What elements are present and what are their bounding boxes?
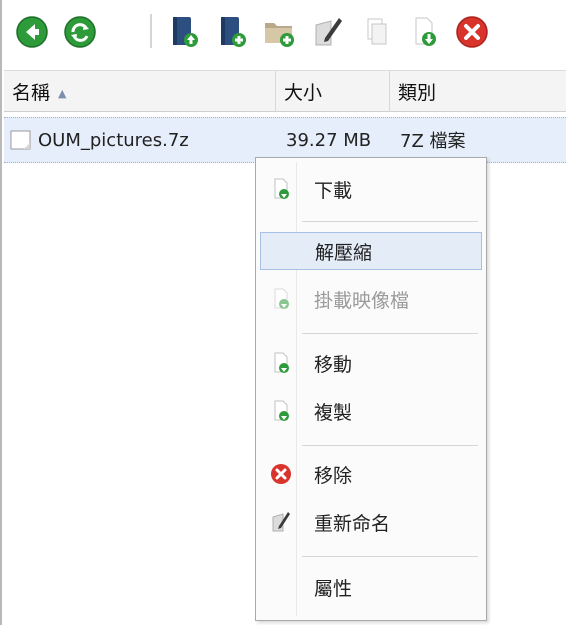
column-name-header[interactable]: 名稱 ▲ xyxy=(4,71,276,112)
toolbar-separator xyxy=(150,14,152,48)
menu-item-label: 移除 xyxy=(314,464,353,487)
column-size-label: 大小 xyxy=(284,82,323,104)
file-name-cell: OUM_pictures.7z xyxy=(8,118,276,162)
download-page-icon xyxy=(274,178,289,199)
column-header: 名稱 ▲ 大小 類別 xyxy=(4,70,566,112)
rename-pen-icon xyxy=(315,18,342,46)
menu-item-label: 解壓縮 xyxy=(315,241,373,264)
add-folder-icon xyxy=(265,23,294,47)
menu-item-properties[interactable]: 屬性 xyxy=(260,568,482,606)
file-manager-window: 名稱 ▲ 大小 類別 OUM_pictures.7z 39.27 MB 7Z 檔… xyxy=(0,0,566,625)
menu-item-label: 移動 xyxy=(314,353,353,376)
move-page-icon xyxy=(274,352,289,373)
copy-page-icon xyxy=(274,400,289,421)
download-button[interactable] xyxy=(404,10,444,54)
menu-item-copy[interactable]: 複製 xyxy=(260,392,482,430)
column-size-header[interactable]: 大小 xyxy=(276,71,390,112)
menu-separator xyxy=(302,221,478,222)
context-menu: 下載 解壓縮 掛載映像檔 移動 複製 移除 重新命名 屬性 xyxy=(255,157,487,621)
rename-button[interactable] xyxy=(308,10,348,54)
column-name-label: 名稱 xyxy=(12,82,51,104)
file-type: 7Z 檔案 xyxy=(400,131,466,152)
rename-pen-icon xyxy=(272,512,290,532)
column-type-label: 類別 xyxy=(398,82,437,104)
menu-item-move[interactable]: 移動 xyxy=(260,344,482,382)
menu-item-extract[interactable]: 解壓縮 xyxy=(260,232,482,270)
file-type-cell: 7Z 檔案 xyxy=(400,118,566,162)
file-name: OUM_pictures.7z xyxy=(38,129,189,151)
upload-book-icon xyxy=(173,17,198,47)
file-size-cell: 39.27 MB xyxy=(286,118,390,162)
add-book-icon xyxy=(221,17,246,47)
menu-item-label: 下載 xyxy=(314,179,353,202)
menu-item-remove[interactable]: 移除 xyxy=(260,455,482,493)
menu-separator xyxy=(302,445,478,446)
upload-button[interactable] xyxy=(164,10,204,54)
menu-item-download[interactable]: 下載 xyxy=(260,170,482,208)
menu-item-label: 複製 xyxy=(314,401,353,424)
back-arrow-icon xyxy=(16,16,48,48)
new-folder-button[interactable] xyxy=(260,10,300,54)
menu-item-label: 重新命名 xyxy=(314,512,391,535)
menu-item-rename[interactable]: 重新命名 xyxy=(260,503,482,541)
sort-ascending-icon: ▲ xyxy=(58,86,67,100)
menu-separator xyxy=(302,333,478,334)
mount-page-icon xyxy=(274,288,289,309)
refresh-button[interactable] xyxy=(60,10,100,54)
menu-item-label: 屬性 xyxy=(314,577,353,600)
column-type-header[interactable]: 類別 xyxy=(390,71,566,112)
copy-page-icon xyxy=(367,18,387,45)
download-page-icon xyxy=(415,17,436,46)
refresh-icon xyxy=(64,16,96,48)
new-file-button[interactable] xyxy=(212,10,252,54)
file-icon xyxy=(10,130,31,150)
file-size: 39.27 MB xyxy=(286,129,372,151)
menu-item-mount-image[interactable]: 掛載映像檔 xyxy=(260,280,482,318)
menu-icon-gutter xyxy=(296,162,297,616)
back-button[interactable] xyxy=(12,10,52,54)
delete-icon xyxy=(271,464,291,484)
copy-button[interactable] xyxy=(356,10,396,54)
menu-item-label: 掛載映像檔 xyxy=(314,289,410,312)
menu-separator xyxy=(302,556,478,557)
toolbar xyxy=(2,0,566,70)
delete-button[interactable] xyxy=(452,10,492,54)
delete-icon xyxy=(456,16,488,48)
